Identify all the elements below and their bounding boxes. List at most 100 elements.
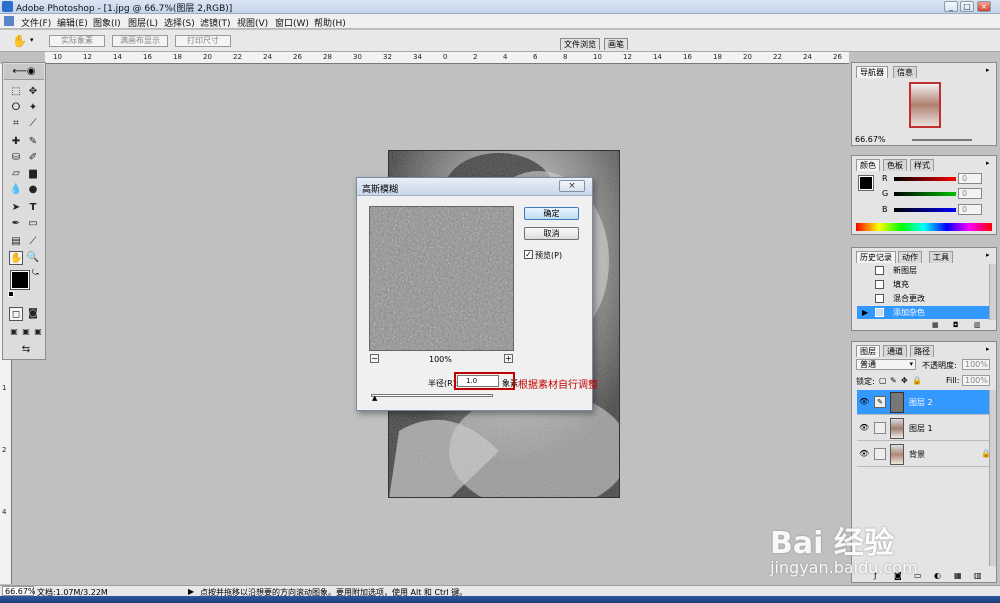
color-spectrum-bar[interactable]: [856, 223, 992, 231]
tab-layers[interactable]: 图层: [856, 345, 880, 357]
hand-tool-icon[interactable]: ✋: [9, 251, 23, 265]
preview-checkbox[interactable]: ✓: [524, 250, 533, 259]
panel-menu-icon[interactable]: ▸: [986, 251, 990, 259]
notes-tool-icon[interactable]: ▤: [9, 235, 23, 249]
lock-image-icon[interactable]: ✎: [890, 376, 897, 385]
channel-g-input[interactable]: 0: [958, 188, 982, 199]
eraser-tool-icon[interactable]: ▱: [9, 167, 23, 181]
tab-actions[interactable]: 动作: [898, 251, 922, 263]
dodge-tool-icon[interactable]: ●: [26, 183, 40, 197]
fill-input[interactable]: 100%: [962, 375, 990, 386]
trash-icon[interactable]: ▥: [974, 321, 981, 329]
close-button[interactable]: ×: [977, 1, 991, 12]
menu-edit[interactable]: 编辑(E): [57, 16, 88, 29]
layers-scrollbar[interactable]: [989, 390, 996, 566]
lock-position-icon[interactable]: ✥: [901, 376, 908, 385]
layer-row[interactable]: 👁 图层 1: [857, 416, 990, 441]
zoom-out-button[interactable]: −: [370, 354, 379, 363]
tab-file-browser[interactable]: 文件浏览: [560, 38, 600, 50]
color-foreground-swatch[interactable]: [858, 175, 874, 191]
dialog-title-bar[interactable]: 高斯模糊 ×: [357, 178, 592, 196]
menu-help[interactable]: 帮助(H): [314, 16, 346, 29]
pen-tool-icon[interactable]: ✒: [9, 217, 23, 231]
layer-row-selected[interactable]: 👁 ✎ 图层 2: [857, 390, 990, 415]
blend-mode-select[interactable]: 普通 ▾: [856, 359, 916, 370]
navigator-zoom-slider[interactable]: [912, 139, 972, 141]
tab-channels[interactable]: 通道: [883, 345, 907, 357]
status-zoom[interactable]: 66.67%: [2, 586, 36, 596]
tab-paths[interactable]: 路径: [910, 345, 934, 357]
dialog-close-button[interactable]: ×: [559, 180, 585, 192]
channel-b-input[interactable]: 0: [958, 204, 982, 215]
move-tool-icon[interactable]: ✥: [26, 85, 40, 99]
navigator-zoom[interactable]: 66.67%: [855, 135, 886, 144]
fit-screen-button[interactable]: 满画布显示: [112, 35, 168, 47]
menu-select[interactable]: 选择(S): [164, 16, 195, 29]
type-tool-icon[interactable]: T: [26, 201, 40, 215]
eyedropper-icon[interactable]: ⟋: [26, 235, 40, 249]
history-scrollbar[interactable]: [989, 264, 996, 320]
panel-menu-icon[interactable]: ▸: [986, 345, 990, 353]
opacity-input[interactable]: 100%: [962, 359, 990, 370]
zoom-tool-icon[interactable]: 🔍: [26, 251, 40, 265]
history-item[interactable]: 新图层: [857, 264, 989, 277]
new-snapshot-icon[interactable]: ▦: [932, 321, 939, 329]
menu-image[interactable]: 图象(I): [93, 16, 121, 29]
cancel-button[interactable]: 取消: [524, 227, 579, 240]
tab-info[interactable]: 信息: [893, 66, 917, 78]
tab-color[interactable]: 颜色: [856, 159, 880, 171]
tab-swatches[interactable]: 色板: [883, 159, 907, 171]
crop-tool-icon[interactable]: ⌗: [9, 117, 23, 131]
lasso-tool-icon[interactable]: ⵔ: [9, 101, 23, 115]
magic-wand-icon[interactable]: ✦: [26, 101, 40, 115]
camera-icon[interactable]: ◘: [953, 321, 959, 329]
standard-mode-icon[interactable]: ◻: [9, 307, 23, 321]
screen-mode-full-icon[interactable]: ▣: [31, 325, 45, 339]
lock-all-icon[interactable]: 🔒: [912, 376, 922, 385]
status-arrow-icon[interactable]: ▶: [188, 587, 194, 596]
layer-row[interactable]: 👁 背景 🔒: [857, 442, 991, 467]
app-menu-icon[interactable]: [4, 16, 14, 26]
tab-history[interactable]: 历史记录: [856, 251, 896, 263]
swap-colors-icon[interactable]: ⤿: [32, 268, 39, 278]
maximize-button[interactable]: □: [960, 1, 974, 12]
panel-menu-icon[interactable]: ▸: [986, 159, 990, 167]
channel-r-slider[interactable]: [894, 177, 956, 181]
history-item-selected[interactable]: ▶ 添加杂色: [857, 306, 989, 319]
shape-tool-icon[interactable]: ▭: [26, 217, 40, 231]
history-item[interactable]: 填充: [857, 278, 989, 291]
default-colors-icon[interactable]: [8, 291, 14, 297]
filter-preview[interactable]: [369, 206, 514, 351]
radius-slider-track[interactable]: [371, 394, 493, 397]
channel-g-slider[interactable]: [894, 192, 956, 196]
print-size-button[interactable]: 打印尺寸: [175, 35, 231, 47]
quick-mask-icon[interactable]: ◙: [26, 307, 40, 321]
marquee-tool-icon[interactable]: ⬚: [9, 85, 23, 99]
tab-brushes[interactable]: 画笔: [604, 38, 628, 50]
menu-filter[interactable]: 滤镜(T): [200, 16, 231, 29]
visibility-eye-icon[interactable]: 👁: [859, 397, 869, 406]
path-select-icon[interactable]: ➤: [9, 201, 23, 215]
tab-tools[interactable]: 工具: [929, 251, 953, 263]
chevron-down-icon[interactable]: ▾: [30, 36, 34, 44]
brush-link-icon[interactable]: ✎: [874, 396, 886, 408]
jump-to-imageready-icon[interactable]: ⇆: [15, 343, 37, 357]
menu-file[interactable]: 文件(F): [21, 16, 51, 29]
foreground-color-swatch[interactable]: [10, 270, 30, 290]
visibility-eye-icon[interactable]: 👁: [859, 449, 869, 458]
panel-menu-icon[interactable]: ▸: [986, 66, 990, 74]
zoom-in-button[interactable]: +: [504, 354, 513, 363]
menu-layer[interactable]: 图层(L): [128, 16, 158, 29]
slice-tool-icon[interactable]: ⟋: [26, 117, 40, 131]
history-brush-icon[interactable]: ✐: [26, 151, 40, 165]
navigator-thumbnail[interactable]: [909, 82, 941, 128]
tab-navigator[interactable]: 导航器: [856, 66, 888, 78]
layer-link-box[interactable]: [874, 448, 886, 460]
radius-slider-handle[interactable]: ▲: [372, 394, 377, 402]
channel-b-slider[interactable]: [894, 208, 956, 212]
channel-r-input[interactable]: 0: [958, 173, 982, 184]
brush-tool-icon[interactable]: ✎: [26, 135, 40, 149]
layer-link-box[interactable]: [874, 422, 886, 434]
healing-brush-icon[interactable]: ✚: [9, 135, 23, 149]
hand-tool-icon[interactable]: ✋: [12, 34, 27, 48]
